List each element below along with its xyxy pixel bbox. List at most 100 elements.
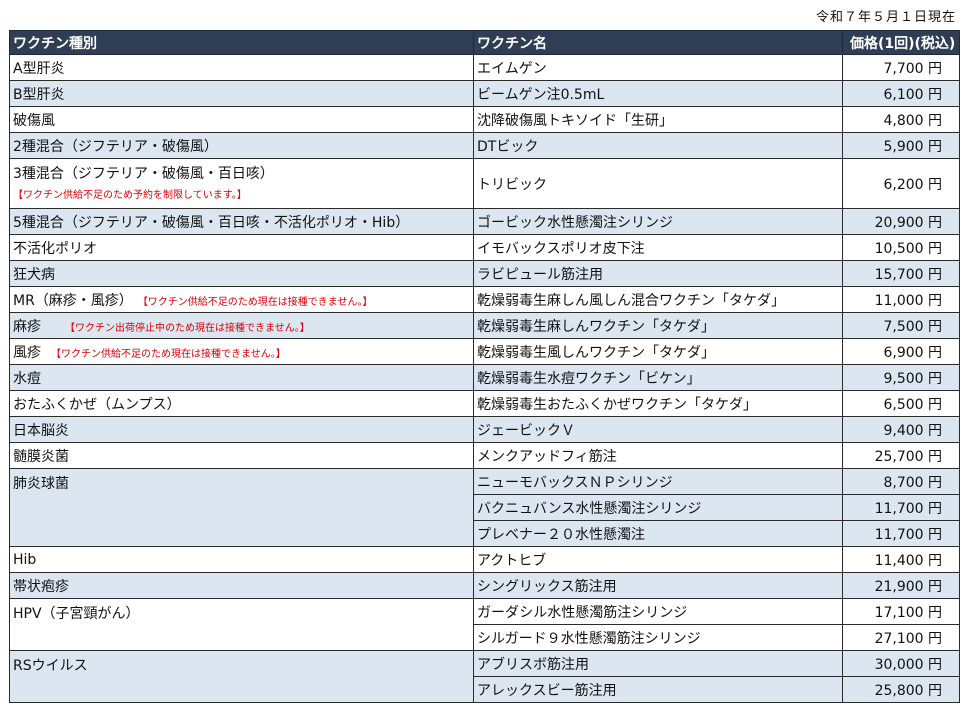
- table-row: Hib アクトヒブ 11,400 円: [9, 546, 960, 573]
- vaccine-name: シルガード９水性懸濁筋注シリンジ: [473, 624, 843, 651]
- vaccine-price: 7,700 円: [842, 54, 960, 81]
- vaccine-name: エイムゲン: [473, 54, 843, 81]
- vaccine-name: プレベナー２０水性懸濁注: [473, 520, 843, 547]
- shipment-notice: 【ワクチン出荷停止中のため現在は接種できません。】: [65, 322, 310, 334]
- vaccine-type: 不活化ポリオ: [9, 234, 474, 261]
- vaccine-type-cell: 3種混合（ジフテリア・破傷風・百日咳） 【ワクチン供給不足のため予約を制限してい…: [9, 158, 474, 209]
- header-price: 価格(1回)(税込): [842, 30, 960, 55]
- vaccine-name: アクトヒブ: [473, 546, 843, 573]
- vaccine-type: HPV（子宮頸がん）: [9, 598, 474, 651]
- vaccine-type: 風疹: [13, 344, 41, 361]
- vaccine-name: トリビック: [473, 158, 843, 209]
- supply-notice: 【ワクチン供給不足のため現在は接種できません。】: [51, 348, 286, 360]
- vaccine-price: 6,200 円: [842, 158, 960, 209]
- table-row: 日本脳炎 ジェービックＶ 9,400 円: [9, 416, 960, 443]
- supply-notice: 【ワクチン供給不足のため予約を制限しています。】: [13, 190, 247, 201]
- vaccine-price: 11,000 円: [842, 286, 960, 313]
- vaccine-price: 21,900 円: [842, 572, 960, 599]
- table-row: 狂犬病 ラビピュール筋注用 15,700 円: [9, 260, 960, 287]
- vaccine-price: 8,700 円: [842, 468, 960, 495]
- vaccine-price: 6,100 円: [842, 80, 960, 107]
- vaccine-type: 日本脳炎: [9, 416, 474, 443]
- vaccine-name: 乾燥弱毒生麻しん風しん混合ワクチン「タケダ」: [473, 286, 843, 313]
- vaccine-name: メンクアッドフィ筋注: [473, 442, 843, 469]
- vaccine-type: RSウイルス: [9, 650, 474, 703]
- vaccine-type: Hib: [9, 546, 474, 573]
- vaccine-type: 破傷風: [9, 106, 474, 133]
- vaccine-type: 髄膜炎菌: [9, 442, 474, 469]
- vaccine-type-cell: 麻疹 【ワクチン出荷停止中のため現在は接種できません。】: [9, 312, 474, 339]
- table-row: 麻疹 【ワクチン出荷停止中のため現在は接種できません。】 乾燥弱毒生麻しんワクチン…: [9, 312, 960, 339]
- vaccine-price: 7,500 円: [842, 312, 960, 339]
- vaccine-name: ジェービックＶ: [473, 416, 843, 443]
- vaccine-price: 9,500 円: [842, 364, 960, 391]
- table-header-row: ワクチン種別 ワクチン名 価格(1回)(税込): [9, 30, 960, 55]
- vaccine-price-table: ワクチン種別 ワクチン名 価格(1回)(税込) A型肝炎 エイムゲン 7,700…: [9, 30, 960, 703]
- vaccine-name: バクニュバンス水性懸濁注シリンジ: [473, 494, 843, 521]
- table-row: 2種混合（ジフテリア・破傷風） DTビック 5,900 円: [9, 132, 960, 159]
- vaccine-name: 乾燥弱毒生おたふくかぜワクチン「タケダ」: [473, 390, 843, 417]
- vaccine-type: 3種混合（ジフテリア・破傷風・百日咳）: [13, 166, 274, 182]
- table-row: B型肝炎 ビームゲン注0.5mL 6,100 円: [9, 80, 960, 107]
- vaccine-name: DTビック: [473, 132, 843, 159]
- vaccine-type: 肺炎球菌: [9, 468, 474, 547]
- table-row: 不活化ポリオ イモバックスポリオ皮下注 10,500 円: [9, 234, 960, 261]
- vaccine-name: 乾燥弱毒生水痘ワクチン「ビケン」: [473, 364, 843, 391]
- vaccine-type: 帯状疱疹: [9, 572, 474, 599]
- vaccine-name: 乾燥弱毒生風しんワクチン「タケダ」: [473, 338, 843, 365]
- table-row: 髄膜炎菌 メンクアッドフィ筋注 25,700 円: [9, 442, 960, 469]
- vaccine-type: おたふくかぜ（ムンプス）: [9, 390, 474, 417]
- table-row: RSウイルス アブリスボ筋注用 30,000 円: [9, 650, 960, 703]
- vaccine-name: ニューモバックスＮＰシリンジ: [473, 468, 843, 495]
- vaccine-price: 17,100 円: [842, 598, 960, 625]
- vaccine-price: 27,100 円: [842, 624, 960, 651]
- vaccine-name: ゴービック水性懸濁注シリンジ: [473, 208, 843, 235]
- vaccine-price: 11,400 円: [842, 546, 960, 573]
- vaccine-type: A型肝炎: [9, 54, 474, 81]
- vaccine-price: 25,700 円: [842, 442, 960, 469]
- vaccine-price: 11,700 円: [842, 494, 960, 521]
- table-row: A型肝炎 エイムゲン 7,700 円: [9, 54, 960, 81]
- table-row: おたふくかぜ（ムンプス） 乾燥弱毒生おたふくかぜワクチン「タケダ」 6,500 …: [9, 390, 960, 417]
- vaccine-type: B型肝炎: [9, 80, 474, 107]
- vaccine-name: 乾燥弱毒生麻しんワクチン「タケダ」: [473, 312, 843, 339]
- vaccine-price: 20,900 円: [842, 208, 960, 235]
- vaccine-name: ビームゲン注0.5mL: [473, 80, 843, 107]
- vaccine-name: ラビピュール筋注用: [473, 260, 843, 287]
- vaccine-type: 5種混合（ジフテリア・破傷風・百日咳・不活化ポリオ・Hib）: [9, 208, 474, 235]
- vaccine-price: 5,900 円: [842, 132, 960, 159]
- vaccine-type: 麻疹: [13, 318, 41, 335]
- table-row: 肺炎球菌 ニューモバックスＮＰシリンジ 8,700 円: [9, 468, 960, 547]
- table-row: 3種混合（ジフテリア・破傷風・百日咳） 【ワクチン供給不足のため予約を制限してい…: [9, 158, 960, 209]
- vaccine-price: 6,500 円: [842, 390, 960, 417]
- table-row: 水痘 乾燥弱毒生水痘ワクチン「ビケン」 9,500 円: [9, 364, 960, 391]
- vaccine-name: アブリスボ筋注用: [473, 650, 843, 677]
- vaccine-price: 15,700 円: [842, 260, 960, 287]
- vaccine-name: イモバックスポリオ皮下注: [473, 234, 843, 261]
- table-row: MR（麻疹・風疹） 【ワクチン供給不足のため現在は接種できません。】 乾燥弱毒生麻…: [9, 286, 960, 313]
- vaccine-price: 30,000 円: [842, 650, 960, 677]
- vaccine-price: 6,900 円: [842, 338, 960, 365]
- vaccine-type-cell: 風疹 【ワクチン供給不足のため現在は接種できません。】: [9, 338, 474, 365]
- vaccine-type-cell: MR（麻疹・風疹） 【ワクチン供給不足のため現在は接種できません。】: [9, 286, 474, 313]
- vaccine-name: アレックスビー筋注用: [473, 676, 843, 703]
- vaccine-price: 11,700 円: [842, 520, 960, 547]
- as-of-date: 令和７年５月１日現在: [815, 10, 956, 25]
- table-row: 帯状疱疹 シングリックス筋注用 21,900 円: [9, 572, 960, 599]
- vaccine-type: 狂犬病: [9, 260, 474, 287]
- table-row: 破傷風 沈降破傷風トキソイド「生研」 4,800 円: [9, 106, 960, 133]
- table-row: 5種混合（ジフテリア・破傷風・百日咳・不活化ポリオ・Hib） ゴービック水性懸濁…: [9, 208, 960, 235]
- vaccine-type: MR（麻疹・風疹）: [13, 292, 133, 309]
- vaccine-price: 25,800 円: [842, 676, 960, 703]
- vaccine-name: ガーダシル水性懸濁筋注シリンジ: [473, 598, 843, 625]
- vaccine-price: 4,800 円: [842, 106, 960, 133]
- vaccine-price: 10,500 円: [842, 234, 960, 261]
- supply-notice: 【ワクチン供給不足のため現在は接種できません。】: [142, 296, 373, 308]
- header-vaccine-type: ワクチン種別: [9, 30, 474, 55]
- vaccine-price: 9,400 円: [842, 416, 960, 443]
- table-row: HPV（子宮頸がん） ガーダシル水性懸濁筋注シリンジ 17,100 円: [9, 598, 960, 651]
- vaccine-name: シングリックス筋注用: [473, 572, 843, 599]
- vaccine-type: 2種混合（ジフテリア・破傷風）: [9, 132, 474, 159]
- vaccine-type: 水痘: [9, 364, 474, 391]
- vaccine-name: 沈降破傷風トキソイド「生研」: [473, 106, 843, 133]
